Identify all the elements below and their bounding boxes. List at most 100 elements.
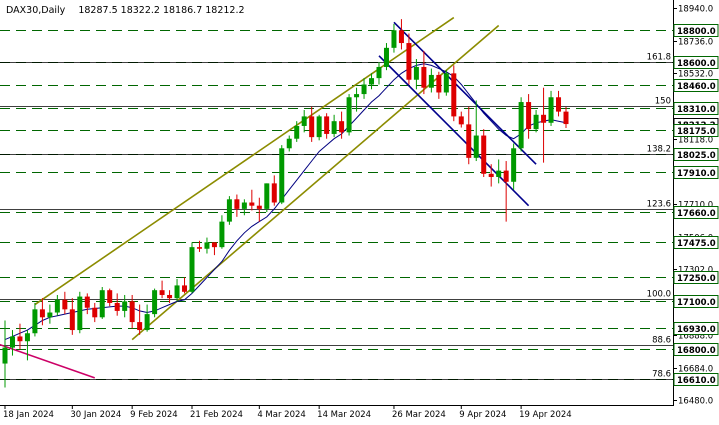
candle-body: [9, 336, 15, 348]
candle-body: [226, 199, 232, 222]
candle-body: [548, 97, 554, 123]
candle-body: [556, 97, 562, 112]
candle-body: [436, 74, 442, 93]
x-tick-label: 14 Mar 2024: [317, 410, 371, 420]
candle-body: [2, 347, 8, 364]
y-tick-label: 18532.0: [678, 70, 713, 80]
candle-body: [24, 333, 30, 342]
candle-body: [256, 205, 262, 209]
candle-body: [398, 30, 404, 44]
candle-body: [264, 183, 270, 209]
candle-body: [174, 285, 180, 299]
candle-body: [518, 102, 524, 149]
fib-label: 88.6: [652, 336, 671, 346]
candle-body: [533, 114, 539, 130]
candle-body: [421, 66, 427, 88]
level-label: 18800.0: [677, 27, 716, 37]
candle-body: [286, 138, 292, 149]
candle-body: [279, 148, 285, 203]
candle-body: [541, 114, 547, 123]
candle-body: [234, 199, 240, 209]
level-label: 17100.0: [677, 298, 716, 308]
level-label: 16610.0: [677, 376, 716, 386]
level-label: 18460.0: [677, 82, 716, 92]
candle-body: [413, 66, 419, 80]
symbol-timeframe: DAX30,Daily: [6, 5, 66, 16]
candle-body: [122, 301, 128, 311]
x-tick-label: 19 Apr 2024: [519, 410, 572, 420]
candle-body: [167, 294, 173, 299]
candle-body: [189, 247, 195, 292]
price-chart[interactable]: 161.8 150 138.2 123.6 100.0 88.6 78.6 18940.0 1…: [0, 0, 719, 425]
candle-body: [406, 43, 412, 80]
candle-body: [137, 322, 143, 331]
ohlc-values: 18287.5 18322.2 18186.7 18212.2: [78, 5, 244, 16]
candle-body: [204, 242, 210, 249]
level-label: 18310.0: [677, 105, 716, 115]
candle-body: [211, 242, 217, 248]
x-tick-label: 30 Jan 2024: [70, 410, 121, 420]
fib-label: 100.0: [647, 290, 671, 300]
candle-body: [346, 97, 352, 133]
candle-body: [339, 121, 345, 133]
candle-body: [152, 290, 158, 315]
candle-body: [391, 30, 397, 48]
candle-body: [271, 183, 277, 203]
level-label: 18175.0: [677, 127, 716, 137]
candle-body: [488, 173, 494, 177]
candle-body: [301, 116, 307, 126]
candle-body: [443, 73, 449, 93]
level-label: 17660.0: [677, 209, 716, 219]
x-tick-label: 9 Feb 2024: [130, 410, 178, 420]
level-label: 16930.0: [677, 325, 716, 335]
fib-label: 78.6: [652, 370, 671, 380]
y-tick-label: 16480.0: [678, 397, 713, 407]
candle-body: [294, 125, 300, 139]
x-tick-label: 18 Jan 2024: [3, 410, 54, 420]
x-tick-label: 26 Mar 2024: [392, 410, 446, 420]
candle-body: [369, 78, 375, 85]
candle-body: [361, 84, 367, 95]
candle-body: [159, 290, 165, 295]
level-label: 18600.0: [677, 59, 716, 69]
candle-body: [458, 116, 464, 125]
candle-body: [316, 116, 322, 138]
candle-body: [47, 312, 53, 318]
candle-body: [129, 301, 135, 323]
level-label: 16800.0: [677, 346, 716, 356]
fib-label: 161.8: [647, 53, 671, 63]
candle-body: [331, 121, 337, 134]
x-tick-label: 21 Feb 2024: [190, 410, 243, 420]
candle-body: [249, 202, 255, 206]
candle-body: [99, 290, 105, 318]
candle-body: [428, 74, 434, 88]
candle-body: [84, 296, 90, 308]
candle-body: [511, 148, 517, 182]
candle-body: [241, 202, 247, 209]
x-tick-label: 9 Apr 2024: [459, 410, 506, 420]
level-label: 17910.0: [677, 169, 716, 179]
level-label: 17475.0: [677, 239, 716, 249]
candle-body: [324, 116, 330, 134]
candle-body: [144, 314, 150, 331]
fib-label: 123.6: [647, 200, 671, 210]
candle-body: [563, 111, 569, 125]
candle-body: [451, 73, 457, 117]
candle-body: [92, 307, 98, 318]
candle-body: [32, 309, 38, 334]
fib-label: 138.2: [647, 145, 671, 155]
candle-body: [383, 47, 389, 67]
level-label: 18025.0: [677, 151, 716, 161]
candle-body: [107, 290, 113, 303]
candle-body: [17, 336, 23, 342]
candle-body: [376, 66, 382, 79]
x-tick-label: 4 Mar 2024: [257, 410, 305, 420]
candle-body: [503, 170, 509, 182]
y-tick-label: 18736.0: [678, 38, 713, 48]
candle-body: [466, 124, 472, 158]
candle-body: [496, 170, 502, 177]
candle-body: [69, 309, 75, 331]
candle-body: [54, 299, 60, 313]
candle-body: [182, 285, 188, 292]
candle-body: [473, 135, 479, 158]
